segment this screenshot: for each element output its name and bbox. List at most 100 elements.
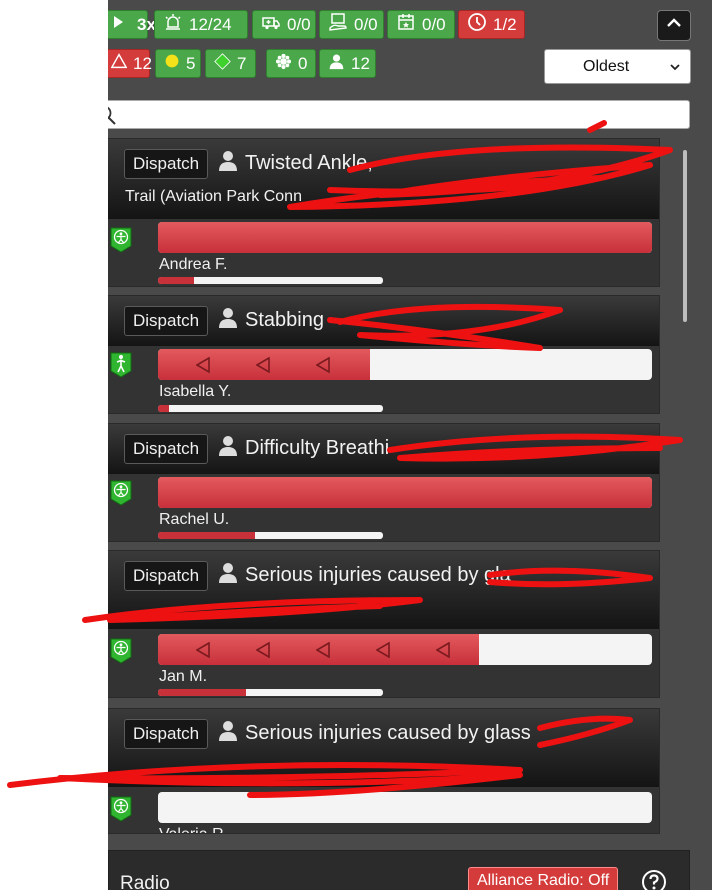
progress-fill	[158, 477, 652, 508]
vitruvian-man-icon	[110, 227, 132, 253]
dispatch-button[interactable]: Dispatch	[124, 149, 209, 179]
green-diamond-icon	[214, 52, 231, 75]
personnel-chip-label: 12	[351, 53, 370, 73]
missions-chip[interactable]: 12/24	[154, 10, 248, 39]
mission-card: Dispatch Stabbing Isabella Y.	[108, 295, 660, 414]
progress-arrow-icon	[256, 642, 270, 658]
events-chip[interactable]: 0/0	[387, 10, 455, 39]
mission-title[interactable]: Serious injuries caused by gla	[245, 564, 511, 587]
unit-progress-bar	[158, 689, 383, 696]
progress-arrow-icon	[316, 357, 330, 373]
dispatch-button[interactable]: Dispatch	[124, 306, 209, 336]
transfer-chip[interactable]: 0/0	[319, 10, 384, 39]
clock-icon	[467, 12, 487, 37]
mission-header: Dispatch Serious injuries caused by gla	[108, 551, 659, 629]
transfer-chip-label: 0/0	[354, 14, 378, 34]
unit-progress-fill	[158, 277, 194, 284]
mission-body: Valeria R.	[108, 787, 659, 833]
burst-chip-label: 0	[298, 53, 308, 73]
ambulance-icon	[261, 12, 281, 37]
mission-header: Dispatch Twisted Ankle, Trail (Aviation …	[108, 139, 659, 219]
mission-title[interactable]: Serious injuries caused by glass	[245, 722, 531, 745]
timer-chip[interactable]: 1/2	[458, 10, 525, 39]
sort-select[interactable]: Oldest	[544, 49, 691, 84]
unit-progress-fill	[158, 532, 255, 539]
progress-arrow-icon	[436, 642, 450, 658]
yellow-status-chip[interactable]: 5	[155, 49, 201, 78]
mission-card: Dispatch Difficulty Breathi Rachel U.	[108, 423, 660, 542]
alerts-chip-label: 12	[133, 53, 152, 73]
unit-name[interactable]: Andrea F.	[159, 256, 227, 274]
mission-title[interactable]: Stabbing	[245, 309, 324, 332]
mission-header: Dispatch Stabbing	[108, 296, 659, 346]
caller-icon	[218, 307, 238, 329]
ambulance-chip-label: 0/0	[287, 14, 311, 34]
vitruvian-man-icon	[110, 638, 132, 664]
unit-progress-bar	[158, 405, 383, 412]
mission-body: Andrea F.	[108, 219, 659, 286]
progress-fill	[158, 222, 652, 253]
warning-triangle-icon	[110, 53, 128, 74]
caller-icon	[218, 435, 238, 457]
unit-progress-bar	[158, 532, 383, 539]
green-status-chip[interactable]: 7	[205, 49, 256, 78]
progress-arrow-icon	[256, 357, 270, 373]
chevron-up-icon	[666, 15, 682, 36]
alerts-chip[interactable]: 12	[108, 49, 152, 78]
mission-progress-bar	[158, 477, 652, 508]
vitruvian-man-icon	[110, 796, 132, 822]
events-chip-label: 0/0	[422, 14, 446, 34]
mission-card: Dispatch Serious injuries caused by glas…	[108, 708, 660, 834]
progress-arrow-icon	[196, 642, 210, 658]
scrollbar[interactable]	[683, 150, 687, 322]
sort-select-value: Oldest	[583, 57, 630, 75]
mission-title[interactable]: Twisted Ankle,	[245, 152, 373, 175]
unit-progress-fill	[158, 405, 170, 412]
mission-title[interactable]: Difficulty Breathi	[245, 437, 389, 460]
caller-icon	[218, 720, 238, 742]
collapse-button[interactable]	[657, 10, 691, 41]
caller-icon	[218, 150, 238, 172]
progress-arrow-icon	[316, 642, 330, 658]
chevron-down-icon	[669, 60, 681, 72]
mission-header: Dispatch Difficulty Breathi	[108, 424, 659, 474]
mission-card: Dispatch Serious injuries caused by gla …	[108, 550, 660, 698]
unit-progress-fill	[158, 689, 246, 696]
dispatch-button[interactable]: Dispatch	[124, 434, 209, 464]
patient-transfer-icon	[328, 12, 348, 37]
unit-name[interactable]: Jan M.	[159, 668, 207, 686]
mission-body: Isabella Y.	[108, 346, 659, 413]
calendar-event-icon	[396, 12, 416, 37]
play-icon	[111, 12, 131, 37]
yellow-status-chip-label: 5	[186, 53, 196, 73]
mission-progress-bar	[158, 634, 652, 665]
radio-bar: Radio Alliance Radio: Off	[108, 850, 690, 890]
burst-chip[interactable]: 0	[266, 49, 316, 78]
unit-name[interactable]: Isabella Y.	[159, 383, 231, 401]
search-input[interactable]	[108, 100, 690, 129]
standing-man-icon	[110, 352, 132, 378]
personnel-chip[interactable]: 12	[319, 49, 376, 78]
missions-chip-label: 12/24	[189, 14, 232, 34]
progress-arrow-icon	[376, 642, 390, 658]
alliance-radio-button[interactable]: Alliance Radio: Off	[468, 867, 619, 890]
mission-card: Dispatch Twisted Ankle, Trail (Aviation …	[108, 138, 660, 287]
mission-body: Rachel U.	[108, 474, 659, 541]
mission-progress-bar	[158, 349, 652, 380]
person-icon	[328, 53, 345, 75]
unit-name[interactable]: Rachel U.	[159, 511, 229, 529]
burst-icon	[275, 53, 292, 75]
yellow-circle-icon	[164, 53, 180, 74]
caller-icon	[218, 562, 238, 584]
ambulance-chip[interactable]: 0/0	[252, 10, 316, 39]
speed-chip[interactable]: 3x	[108, 10, 156, 39]
mission-panel: 3x 12/24 0/0 0/0 0/0 1/2 12 5 7 0 12 Old…	[108, 0, 712, 890]
unit-name[interactable]: Valeria R.	[159, 826, 228, 833]
siren-icon	[163, 12, 183, 37]
progress-arrow-icon	[196, 357, 210, 373]
green-status-chip-label: 7	[237, 53, 247, 73]
question-icon[interactable]	[641, 869, 667, 890]
dispatch-button[interactable]: Dispatch	[124, 719, 209, 749]
dispatch-button[interactable]: Dispatch	[124, 561, 209, 591]
unit-progress-bar	[158, 277, 383, 284]
